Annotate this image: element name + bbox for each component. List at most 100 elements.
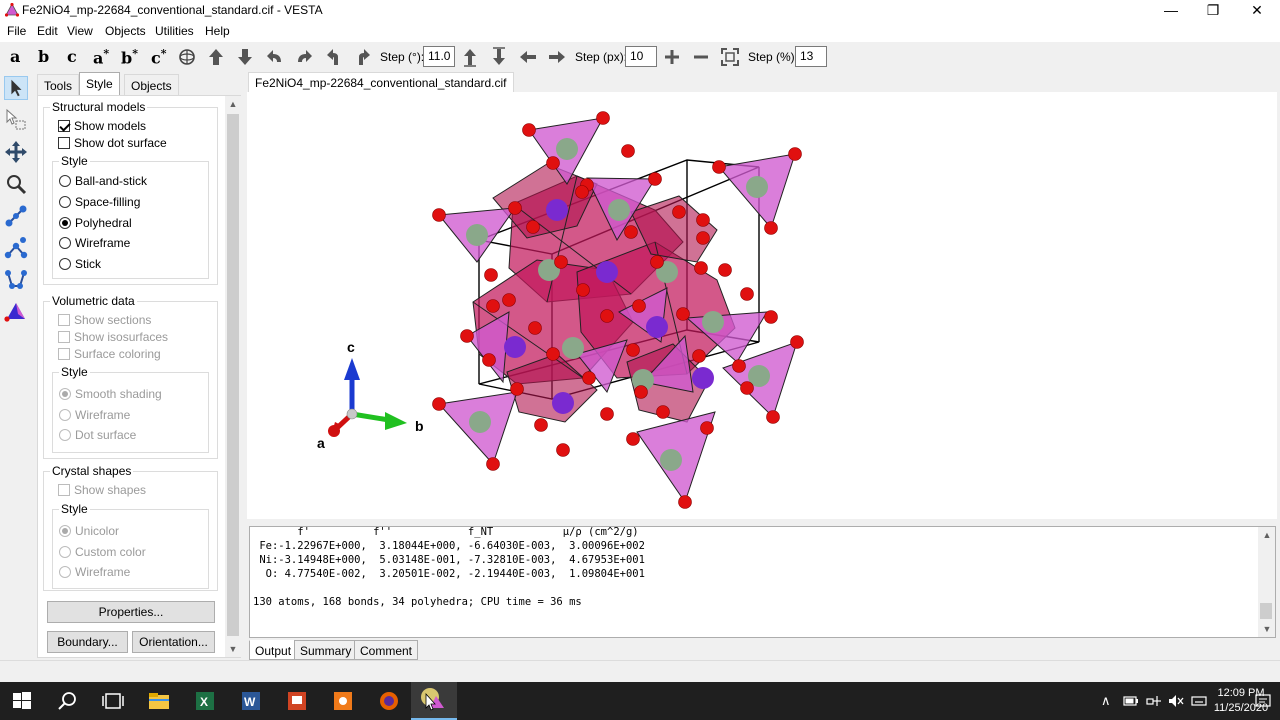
- firefox-icon[interactable]: [377, 689, 401, 713]
- volumetric-style-title: Style: [59, 365, 90, 379]
- properties-button[interactable]: Properties...: [47, 601, 215, 623]
- step-deg-input[interactable]: 11.0: [423, 46, 455, 67]
- panel-scrollbar[interactable]: ▲ ▼: [225, 96, 241, 657]
- battery-icon[interactable]: [1123, 694, 1139, 708]
- structural-style-group: Style Ball-and-stick Space-filling Polyh…: [52, 154, 209, 279]
- structural-style-title: Style: [59, 154, 90, 168]
- dihedral-tool-icon[interactable]: [4, 268, 28, 292]
- menu-file[interactable]: File: [7, 24, 26, 38]
- crystal-structure-view[interactable]: c b a: [247, 92, 1277, 519]
- smooth-shading-radio[interactable]: Smooth shading: [59, 387, 162, 401]
- output-scrollbar[interactable]: ▲ ▼: [1258, 527, 1275, 637]
- rotate-up-icon[interactable]: [206, 47, 226, 67]
- view-along-b-button[interactable]: b: [38, 47, 49, 66]
- scroll-down-icon[interactable]: ▼: [225, 641, 241, 657]
- tab-objects[interactable]: Objects: [124, 74, 179, 96]
- polyhedron-tool-icon[interactable]: [4, 300, 28, 324]
- network-icon[interactable]: [1146, 693, 1162, 709]
- dot-surface-radio[interactable]: Dot surface: [59, 428, 136, 442]
- volume-muted-icon[interactable]: [1168, 693, 1184, 709]
- menu-view[interactable]: View: [67, 24, 93, 38]
- select-tool-icon[interactable]: [4, 76, 28, 100]
- translate-right-icon[interactable]: [547, 47, 567, 67]
- tab-tools[interactable]: Tools: [37, 74, 80, 96]
- tab-style[interactable]: Style: [79, 72, 120, 96]
- orientation-button[interactable]: Orientation...: [132, 631, 215, 653]
- word-icon[interactable]: W: [239, 689, 263, 713]
- menu-help[interactable]: Help: [205, 24, 230, 38]
- axis-label-c: c: [347, 339, 355, 355]
- volumetric-wireframe-radio[interactable]: Wireframe: [59, 408, 130, 422]
- menu-objects[interactable]: Objects: [105, 24, 146, 38]
- document-tab[interactable]: Fe2NiO4_mp-22684_conventional_standard.c…: [248, 72, 514, 92]
- rotate-right-icon[interactable]: [294, 47, 314, 67]
- view-along-a-button[interactable]: a: [10, 47, 20, 66]
- boundary-button[interactable]: Boundary...: [47, 631, 128, 653]
- translate-down-icon[interactable]: [489, 47, 509, 67]
- panel-scroll-thumb[interactable]: [227, 114, 239, 636]
- show-isosurfaces-checkbox[interactable]: Show isosurfaces: [58, 330, 168, 344]
- distance-tool-icon[interactable]: [4, 204, 28, 228]
- output-scroll-down-icon[interactable]: ▼: [1259, 621, 1275, 637]
- unicolor-radio[interactable]: Unicolor: [59, 524, 119, 538]
- tray-chevron-icon[interactable]: ∧: [1101, 693, 1111, 709]
- file-explorer-icon[interactable]: [147, 689, 171, 713]
- output-scroll-up-icon[interactable]: ▲: [1259, 527, 1275, 543]
- output-textarea[interactable]: f' f'' f_NT μ/ρ (cm^2/g) Fe:-1.22967E+00…: [249, 526, 1276, 638]
- output-scroll-thumb[interactable]: [1260, 603, 1272, 619]
- crystal-wireframe-radio[interactable]: Wireframe: [59, 565, 130, 579]
- menu-utilities[interactable]: Utilities: [155, 24, 194, 38]
- maximize-button[interactable]: ❐: [1190, 0, 1236, 20]
- tab-summary[interactable]: Summary: [294, 640, 358, 660]
- style-polyhedral-radio[interactable]: Polyhedral: [59, 216, 132, 230]
- translate-tool-icon[interactable]: [4, 140, 28, 164]
- status-bar: [0, 660, 1280, 682]
- view-along-c-star-button[interactable]: c*: [151, 47, 167, 67]
- angle-tool-icon[interactable]: [4, 236, 28, 260]
- notifications-icon[interactable]: [1254, 692, 1272, 710]
- vesta-taskbar-active[interactable]: [411, 682, 457, 720]
- style-ball-and-stick-radio[interactable]: Ball-and-stick: [59, 174, 147, 188]
- select-region-tool-icon[interactable]: [4, 108, 28, 132]
- minimize-button[interactable]: —: [1148, 0, 1194, 20]
- fit-to-screen-icon[interactable]: [720, 47, 740, 67]
- search-icon[interactable]: [56, 689, 80, 713]
- zoom-in-icon[interactable]: [662, 47, 682, 67]
- excel-icon[interactable]: X: [193, 689, 217, 713]
- custom-color-radio[interactable]: Custom color: [59, 545, 146, 559]
- zoom-tool-icon[interactable]: [4, 172, 28, 196]
- rotate-left-icon[interactable]: [265, 47, 285, 67]
- show-shapes-checkbox[interactable]: Show shapes: [58, 483, 146, 497]
- tab-comment[interactable]: Comment: [354, 640, 419, 660]
- translate-up-icon[interactable]: [460, 47, 480, 67]
- menu-edit[interactable]: Edit: [37, 24, 58, 38]
- windows-start-icon[interactable]: [10, 689, 34, 713]
- view-along-a-star-button[interactable]: a*: [93, 47, 109, 67]
- translate-left-icon[interactable]: [518, 47, 538, 67]
- rotate-ccw-icon[interactable]: [324, 47, 344, 67]
- powerpoint-icon[interactable]: [285, 689, 309, 713]
- zoom-out-icon[interactable]: [691, 47, 711, 67]
- rotate-cw-icon[interactable]: [353, 47, 373, 67]
- show-sections-checkbox[interactable]: Show sections: [58, 313, 151, 327]
- media-player-icon[interactable]: [331, 689, 355, 713]
- style-stick-radio[interactable]: Stick: [59, 257, 101, 271]
- close-button[interactable]: ✕: [1234, 0, 1280, 20]
- keyboard-icon[interactable]: [1191, 693, 1207, 709]
- tab-output[interactable]: Output: [249, 640, 298, 660]
- rotate-down-icon[interactable]: [235, 47, 255, 67]
- surface-coloring-checkbox[interactable]: Surface coloring: [58, 347, 161, 361]
- step-pct-input[interactable]: 13: [795, 46, 827, 67]
- structure-viewport[interactable]: c b a: [247, 92, 1277, 519]
- scroll-up-icon[interactable]: ▲: [225, 96, 241, 112]
- show-dot-surface-checkbox[interactable]: Show dot surface: [58, 136, 167, 150]
- view-along-b-star-button[interactable]: b*: [121, 47, 138, 67]
- view-along-c-button[interactable]: c: [67, 47, 77, 66]
- task-view-icon[interactable]: [101, 689, 125, 713]
- style-space-filling-radio[interactable]: Space-filling: [59, 195, 140, 209]
- cell-orientation-icon[interactable]: [177, 47, 197, 67]
- crystal-shapes-group: Crystal shapes Show shapes Style Unicolo…: [43, 464, 218, 591]
- style-wireframe-radio[interactable]: Wireframe: [59, 236, 130, 250]
- show-models-checkbox[interactable]: Show models: [58, 119, 146, 133]
- step-px-input[interactable]: 10: [625, 46, 657, 67]
